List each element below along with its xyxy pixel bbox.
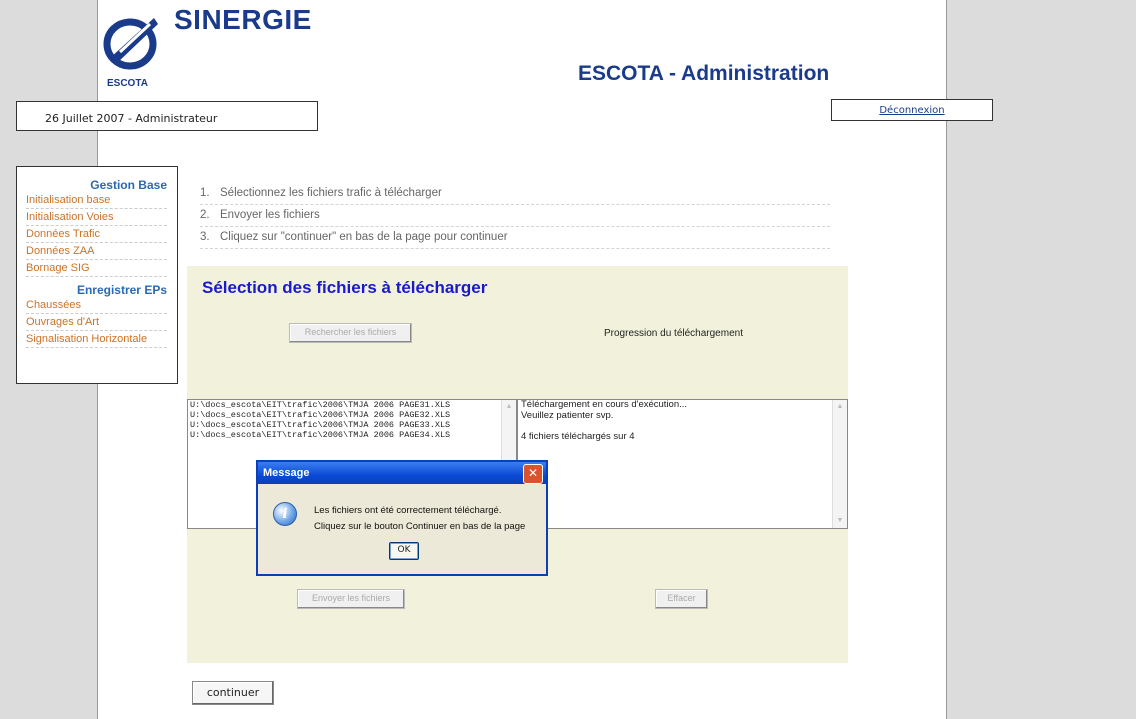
date-user-text: 26 Juillet 2007 - Administrateur: [45, 112, 218, 125]
sidebar-section-gestion-base: Gestion Base: [90, 178, 167, 192]
sidebar-item-bornage-sig[interactable]: Bornage SIG: [26, 260, 167, 277]
scroll-down-icon[interactable]: ▼: [834, 515, 846, 527]
sidebar-item-donnees-zaa[interactable]: Données ZAA: [26, 243, 167, 260]
sidebar-section-enregistrer-eps: Enregistrer EPs: [76, 283, 167, 297]
step-number: 3.: [200, 231, 210, 243]
step-text: Envoyer les fichiers: [220, 209, 320, 221]
step-text: Sélectionnez les fichiers trafic à téléc…: [220, 187, 442, 199]
dialog-titlebar[interactable]: Message: [258, 462, 546, 484]
dialog-line-1: Les fichiers ont été correctement téléch…: [314, 505, 502, 516]
ok-button[interactable]: OK: [389, 542, 419, 560]
panel-title: Sélection des fichiers à télécharger: [202, 278, 488, 297]
list-item: U:\docs_escota\EIT\trafic\2006\TMJA 2006…: [190, 430, 451, 440]
scroll-up-icon[interactable]: ▲: [834, 401, 846, 413]
date-user-box: 26 Juillet 2007 - Administrateur: [16, 101, 318, 131]
escota-logo-icon: [102, 8, 162, 70]
scroll-up-icon[interactable]: ▲: [503, 401, 515, 413]
logout-link[interactable]: Déconnexion: [879, 105, 944, 116]
send-files-button[interactable]: Envoyer les fichiers: [297, 589, 405, 609]
sidebar-item-donnees-trafic[interactable]: Données Trafic: [26, 226, 167, 243]
step-text: Cliquez sur "continuer" en bas de la pag…: [220, 231, 508, 243]
sidebar-item-initialisation-voies[interactable]: Initialisation Voies: [26, 209, 167, 226]
info-icon: i: [273, 502, 297, 526]
dialog-title: Message: [263, 467, 310, 479]
status-scrollbar[interactable]: ▲ ▼: [832, 400, 847, 528]
list-item: U:\docs_escota\EIT\trafic\2006\TMJA 2006…: [190, 400, 451, 410]
status-line: Téléchargement en cours d'exécution...: [521, 399, 688, 410]
dialog-message: Les fichiers ont été correctement téléch…: [314, 503, 525, 535]
status-line: [518, 421, 847, 432]
dialog-line-2: Cliquez sur le bouton Continuer en bas d…: [314, 521, 526, 532]
browse-files-button[interactable]: Rechercher les fichiers: [289, 323, 412, 343]
brand-name: SINERGIE: [174, 4, 312, 35]
continue-button[interactable]: continuer: [192, 681, 274, 705]
page-title: ESCOTA - Administration: [578, 62, 830, 85]
sidebar: Gestion Base Initialisation base Initial…: [16, 166, 178, 384]
close-icon[interactable]: ✕: [523, 464, 543, 484]
step-number: 2.: [200, 209, 210, 221]
step-1: 1. Sélectionnez les fichiers trafic à tél…: [200, 183, 830, 205]
sidebar-item-chaussees[interactable]: Chaussées: [26, 297, 167, 314]
step-number: 1.: [200, 187, 210, 199]
list-item: U:\docs_escota\EIT\trafic\2006\TMJA 2006…: [190, 410, 451, 420]
status-line: Veuillez patienter svp.: [521, 409, 614, 421]
step-2: 2. Envoyer les fichiers: [200, 205, 830, 227]
logout-box: Déconnexion: [831, 99, 993, 121]
clear-button[interactable]: Effacer: [655, 589, 708, 609]
status-line: 4 fichiers téléchargés sur 4: [521, 430, 635, 442]
steps-list: 1. Sélectionnez les fichiers trafic à tél…: [200, 183, 830, 249]
sidebar-item-signalisation-horizontale[interactable]: Signalisation Horizontale: [26, 331, 167, 348]
sidebar-item-initialisation-base[interactable]: Initialisation base: [26, 192, 167, 209]
sidebar-item-ouvrages-art[interactable]: Ouvrages d'Art: [26, 314, 167, 331]
list-item: U:\docs_escota\EIT\trafic\2006\TMJA 2006…: [190, 420, 451, 430]
progress-label: Progression du téléchargement: [604, 328, 743, 339]
step-3: 3. Cliquez sur "continuer" en bas de la p…: [200, 227, 830, 249]
message-dialog: Message ✕ i Les fichiers ont été correct…: [256, 460, 548, 576]
logo-subtitle: ESCOTA: [107, 78, 148, 89]
upload-status-box[interactable]: Téléchargement en cours d'exécution... V…: [517, 399, 848, 529]
